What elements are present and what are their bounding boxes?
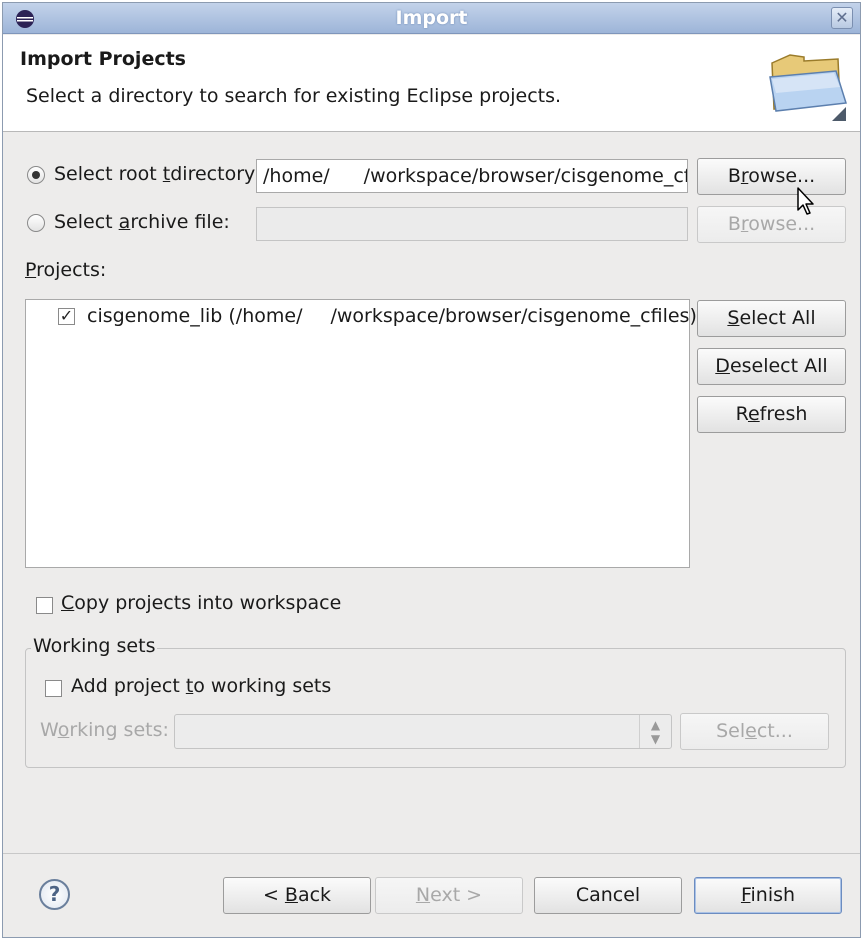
archive-file-input[interactable]: [256, 207, 688, 241]
finish-button[interactable]: Finish: [694, 877, 842, 914]
copy-projects-label[interactable]: Copy projects into workspace: [61, 592, 341, 614]
project-checkbox[interactable]: ✓: [58, 308, 75, 325]
checkmark-icon: ✓: [59, 306, 74, 325]
archive-file-radio[interactable]: [27, 214, 45, 232]
folder-icon: [769, 54, 847, 121]
help-icon[interactable]: ?: [39, 879, 70, 910]
working-sets-group: [25, 648, 846, 768]
root-directory-label[interactable]: Select root tdirectory:: [54, 163, 260, 185]
deselect-all-button[interactable]: Deselect All: [697, 348, 846, 385]
footer-separator: [3, 853, 860, 854]
chevron-up-down-icon: ▲ ▼: [639, 715, 671, 748]
select-working-sets-button[interactable]: Select...: [680, 713, 829, 750]
dialog-header: Import Projects Select a directory to se…: [3, 35, 860, 132]
add-to-working-sets-label[interactable]: Add project to working sets: [71, 675, 331, 697]
import-dialog: Import ✕ Import Projects Select a direct…: [2, 2, 861, 938]
next-button[interactable]: Next >: [375, 877, 523, 914]
refresh-button[interactable]: Refresh: [697, 396, 846, 433]
header-title: Import Projects: [20, 48, 186, 70]
close-icon: ✕: [835, 8, 849, 27]
archive-file-label[interactable]: Select archive file:: [54, 211, 230, 233]
close-button[interactable]: ✕: [831, 7, 853, 29]
root-directory-input[interactable]: /home//workspace/browser/cisgenome_cfil: [256, 159, 688, 193]
copy-projects-checkbox[interactable]: [36, 597, 53, 614]
mouse-cursor-icon: [797, 187, 814, 215]
add-to-working-sets-checkbox[interactable]: [45, 680, 62, 697]
root-directory-radio[interactable]: [27, 166, 45, 184]
project-item-label[interactable]: cisgenome_lib (/home//workspace/browser/…: [87, 305, 697, 327]
working-sets-title: Working sets: [31, 635, 158, 657]
working-sets-label: Working sets:: [40, 719, 169, 741]
browse-archive-button[interactable]: Browse...: [697, 206, 846, 243]
window-title: Import: [395, 7, 468, 29]
working-sets-combo[interactable]: ▲ ▼: [174, 714, 672, 749]
header-description: Select a directory to search for existin…: [26, 85, 562, 107]
title-bar: Import ✕: [3, 3, 860, 34]
projects-list[interactable]: ✓ cisgenome_lib (/home//workspace/browse…: [25, 299, 697, 568]
browse-root-button[interactable]: Browse...: [697, 158, 846, 195]
select-all-button[interactable]: Select All: [697, 300, 846, 337]
projects-label: Projects:: [25, 259, 107, 281]
back-button[interactable]: < Back: [223, 877, 371, 914]
cancel-button[interactable]: Cancel: [534, 877, 682, 914]
